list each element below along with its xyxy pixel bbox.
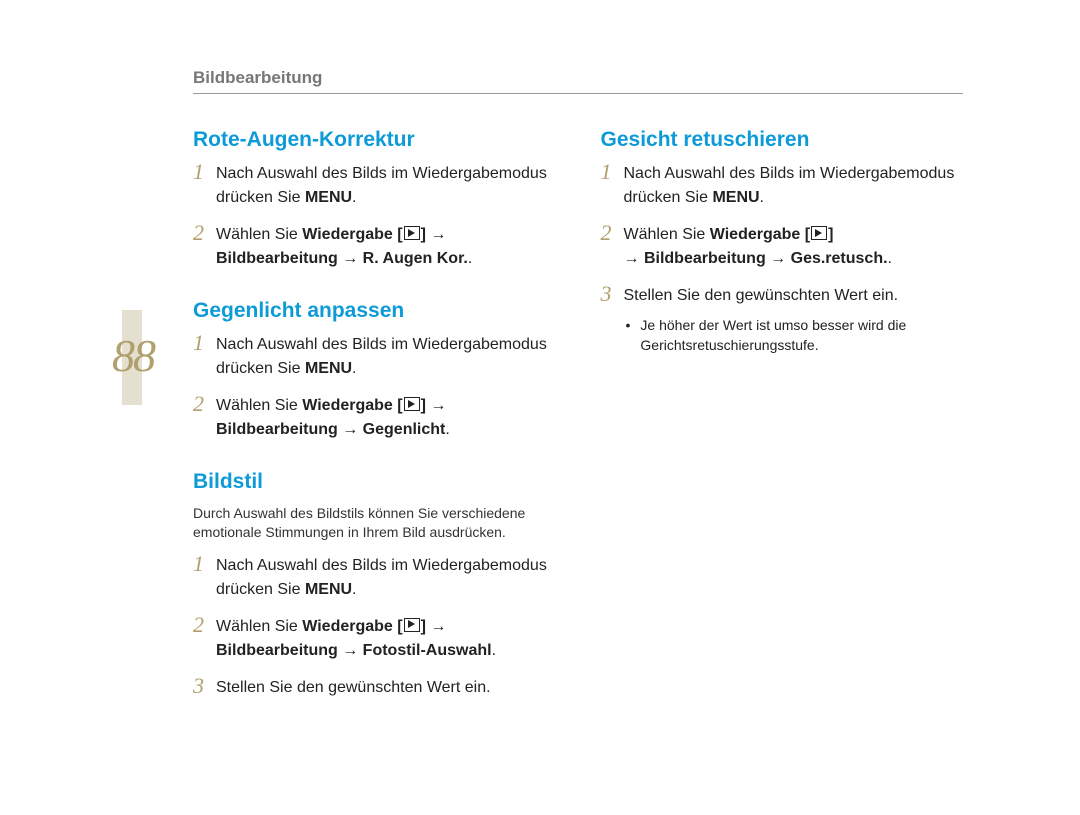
steps-list: 1 Nach Auswahl des Bilds im Wiedergabemo… xyxy=(193,162,561,271)
step-body: Wählen Sie Wiedergabe [] → Bildbearbeitu… xyxy=(216,615,561,663)
section-gesicht: Gesicht retuschieren 1 Nach Auswahl des … xyxy=(601,128,969,368)
step: 2 Wählen Sie Wiedergabe [] → Bildbearbei… xyxy=(193,223,561,271)
bold-text: Bildbearbeitung → Fotostil-Auswahl xyxy=(216,642,492,659)
step-text: Stellen Sie den gewünschten Wert ein. xyxy=(624,287,899,304)
step: 3 Stellen Sie den gewünschten Wert ein. xyxy=(193,676,561,700)
section-title: Gegenlicht anpassen xyxy=(193,299,561,323)
step-number: 2 xyxy=(193,392,207,416)
step-number: 2 xyxy=(193,613,207,637)
menu-label: MENU xyxy=(305,360,352,377)
period: . xyxy=(888,250,892,267)
step-text: Wählen Sie xyxy=(216,397,302,414)
manual-page: 88 Bildbearbeitung Rote-Augen-Korrektur … xyxy=(0,0,1080,815)
bullet-text: Je höher der Wert ist umso besser wird d… xyxy=(640,316,968,355)
step-text: Nach Auswahl des Bilds im Wiedergabemodu… xyxy=(624,165,955,206)
step-body: Stellen Sie den gewünschten Wert ein. • … xyxy=(624,284,969,368)
step: 1 Nach Auswahl des Bilds im Wiedergabemo… xyxy=(193,554,561,602)
step-number: 1 xyxy=(193,552,207,576)
step-number: 3 xyxy=(193,674,207,698)
step-number: 2 xyxy=(601,221,615,245)
bold-text: Wiedergabe xyxy=(302,226,393,243)
play-icon xyxy=(404,226,420,240)
steps-list: 1 Nach Auswahl des Bilds im Wiedergabemo… xyxy=(601,162,969,368)
period: . xyxy=(760,189,764,206)
bold-text: → Bildbearbeitung → Ges.retusch. xyxy=(624,250,888,267)
bold-text: [] xyxy=(397,618,426,635)
step-text: Nach Auswahl des Bilds im Wiedergabemodu… xyxy=(216,336,547,377)
step-body: Wählen Sie Wiedergabe [] → Bildbearbeitu… xyxy=(624,223,969,271)
bold-text: [] xyxy=(805,226,834,243)
period: . xyxy=(352,360,356,377)
step-body: Nach Auswahl des Bilds im Wiedergabemodu… xyxy=(216,162,561,210)
page-number: 88 xyxy=(112,329,154,382)
section-title: Bildstil xyxy=(193,470,561,494)
menu-label: MENU xyxy=(712,189,759,206)
step-text: Wählen Sie xyxy=(624,226,710,243)
bold-text: Bildbearbeitung → Gegenlicht xyxy=(216,421,445,438)
bold-text: Bildbearbeitung → R. Augen Kor. xyxy=(216,250,468,267)
section-rote-augen: Rote-Augen-Korrektur 1 Nach Auswahl des … xyxy=(193,128,561,271)
bullet-list: • Je höher der Wert ist umso besser wird… xyxy=(626,316,969,355)
step-number: 1 xyxy=(193,331,207,355)
play-icon xyxy=(404,397,420,411)
steps-list: 1 Nach Auswahl des Bilds im Wiedergabemo… xyxy=(193,333,561,442)
step-body: Wählen Sie Wiedergabe [] → Bildbearbeitu… xyxy=(216,394,561,442)
step: 1 Nach Auswahl des Bilds im Wiedergabemo… xyxy=(193,333,561,381)
step-text: Wählen Sie xyxy=(216,226,302,243)
step: 2 Wählen Sie Wiedergabe [] → Bildbearbei… xyxy=(193,394,561,442)
section-title: Rote-Augen-Korrektur xyxy=(193,128,561,152)
step: 2 Wählen Sie Wiedergabe [] → Bildbearbei… xyxy=(601,223,969,271)
step-body: Nach Auswahl des Bilds im Wiedergabemodu… xyxy=(216,554,561,602)
period: . xyxy=(352,581,356,598)
period: . xyxy=(352,189,356,206)
step: 1 Nach Auswahl des Bilds im Wiedergabemo… xyxy=(601,162,969,210)
step-body: Nach Auswahl des Bilds im Wiedergabemodu… xyxy=(624,162,969,210)
step-number: 1 xyxy=(193,160,207,184)
play-icon xyxy=(811,226,827,240)
header-title: Bildbearbeitung xyxy=(193,68,963,93)
section-bildstil: Bildstil Durch Auswahl des Bildstils kön… xyxy=(193,470,561,700)
arrow: → xyxy=(430,226,446,243)
section-intro: Durch Auswahl des Bildstils können Sie v… xyxy=(193,504,561,542)
bold-text: Wiedergabe xyxy=(302,618,393,635)
step-text: Wählen Sie xyxy=(216,618,302,635)
bold-text: [] xyxy=(397,397,426,414)
section-title: Gesicht retuschieren xyxy=(601,128,969,152)
header-rule xyxy=(193,93,963,94)
right-column: Gesicht retuschieren 1 Nach Auswahl des … xyxy=(601,128,969,728)
bold-text: Wiedergabe xyxy=(710,226,801,243)
step-body: Stellen Sie den gewünschten Wert ein. xyxy=(216,676,561,700)
step-number: 1 xyxy=(601,160,615,184)
step-text: Nach Auswahl des Bilds im Wiedergabemodu… xyxy=(216,557,547,598)
step-body: Wählen Sie Wiedergabe [] → Bildbearbeitu… xyxy=(216,223,561,271)
menu-label: MENU xyxy=(305,581,352,598)
step: 3 Stellen Sie den gewünschten Wert ein. … xyxy=(601,284,969,368)
menu-label: MENU xyxy=(305,189,352,206)
step: 1 Nach Auswahl des Bilds im Wiedergabemo… xyxy=(193,162,561,210)
bullet-item: • Je höher der Wert ist umso besser wird… xyxy=(626,316,969,355)
section-gegenlicht: Gegenlicht anpassen 1 Nach Auswahl des B… xyxy=(193,299,561,442)
step: 2 Wählen Sie Wiedergabe [] → Bildbearbei… xyxy=(193,615,561,663)
page-header: Bildbearbeitung xyxy=(193,68,963,94)
content-columns: Rote-Augen-Korrektur 1 Nach Auswahl des … xyxy=(193,128,968,728)
period: . xyxy=(492,642,496,659)
bold-text: Wiedergabe xyxy=(302,397,393,414)
step-number: 2 xyxy=(193,221,207,245)
step-body: Nach Auswahl des Bilds im Wiedergabemodu… xyxy=(216,333,561,381)
arrow: → xyxy=(430,397,446,414)
arrow: → xyxy=(430,618,446,635)
bullet-dot-icon: • xyxy=(626,316,631,336)
step-text: Nach Auswahl des Bilds im Wiedergabemodu… xyxy=(216,165,547,206)
period: . xyxy=(468,250,472,267)
play-icon xyxy=(404,618,420,632)
steps-list: 1 Nach Auswahl des Bilds im Wiedergabemo… xyxy=(193,554,561,700)
step-number: 3 xyxy=(601,282,615,306)
period: . xyxy=(445,421,449,438)
bold-text: [] xyxy=(397,226,426,243)
left-column: Rote-Augen-Korrektur 1 Nach Auswahl des … xyxy=(193,128,561,728)
